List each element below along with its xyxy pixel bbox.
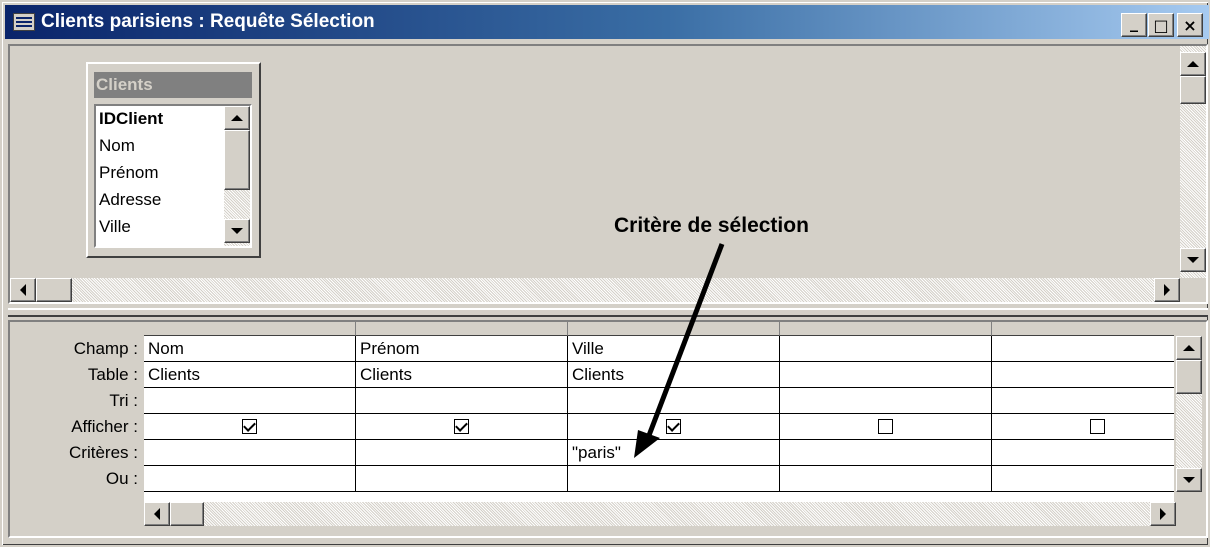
annotation-arrow: [634, 243, 725, 458]
annotation-arrow-shaft: [645, 243, 725, 439]
annotation-arrow-head: [634, 430, 660, 458]
